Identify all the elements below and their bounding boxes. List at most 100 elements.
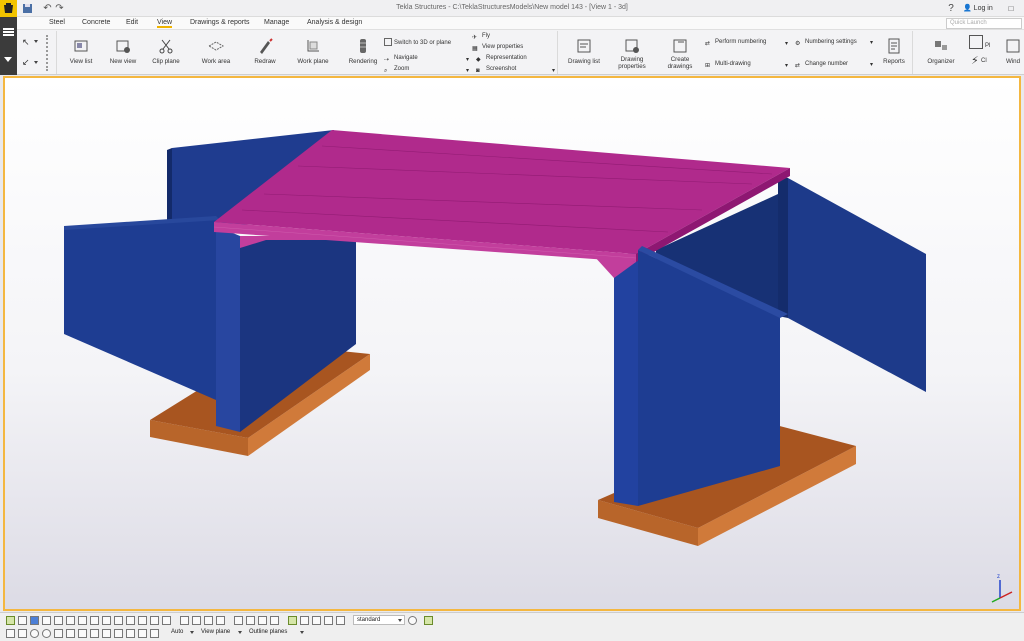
draw-rectangle-icon[interactable]	[6, 629, 15, 638]
group-expand-icon[interactable]: ▾	[552, 67, 555, 74]
chevron-down-icon[interactable]	[34, 40, 38, 43]
chevron-down-icon: ▾	[466, 68, 470, 74]
draw-symbol-icon[interactable]	[138, 629, 147, 638]
switch-3d-button[interactable]: Switch to 3D or plane	[384, 38, 451, 48]
draw-polyline-icon[interactable]	[66, 629, 75, 638]
redraw-button[interactable]: Redraw	[250, 33, 280, 65]
select-bolts-icon[interactable]	[42, 616, 51, 625]
snap-line-icon[interactable]	[270, 616, 279, 625]
restore-icon[interactable]: □	[1000, 1, 1022, 16]
snap-any-icon[interactable]	[300, 616, 309, 625]
bridge-model[interactable]: z	[5, 78, 1019, 609]
snap-center-icon[interactable]	[216, 616, 225, 625]
view-list-button[interactable]: View list	[66, 33, 96, 65]
representation-icon: ◆	[476, 57, 481, 63]
drawing-list-button[interactable]: Drawing list	[565, 33, 603, 65]
select-grids-icon[interactable]	[66, 616, 75, 625]
quick-launch-input[interactable]: Quick Launch	[946, 18, 1022, 29]
draw-square-icon[interactable]	[18, 629, 27, 638]
select-switch-icon[interactable]	[424, 616, 433, 625]
menu-manage[interactable]: Manage	[264, 19, 289, 26]
draw-circle-icon[interactable]	[30, 629, 39, 638]
work-plane-button[interactable]: Work plane	[296, 33, 330, 65]
select-surfaces-icon[interactable]	[138, 616, 147, 625]
chevron-down-icon[interactable]: ▾	[870, 61, 873, 68]
outline-planes-select[interactable]: Outline planes	[246, 628, 306, 638]
snap-midpoint-icon[interactable]	[234, 616, 243, 625]
select-cuts-icon[interactable]	[150, 616, 159, 625]
draw-line-icon[interactable]	[78, 629, 87, 638]
selection-group: ↖ ↙	[17, 31, 57, 74]
select-points-icon[interactable]	[78, 616, 87, 625]
work-area-button[interactable]: Work area	[198, 33, 234, 65]
snap-override-icon[interactable]	[324, 616, 333, 625]
fly-button[interactable]: ✈ Fly	[472, 32, 490, 42]
snap-intersection-icon[interactable]	[246, 616, 255, 625]
chevron-down-icon[interactable]	[34, 61, 38, 64]
snap-geometry-icon[interactable]	[192, 616, 201, 625]
new-view-button[interactable]: New view	[107, 33, 139, 65]
multi-drawing-button[interactable]: ⊞ Multi-drawing	[705, 60, 751, 70]
snap-nearest-icon[interactable]	[288, 616, 297, 625]
select-planes-icon[interactable]	[90, 616, 99, 625]
clip-plane-button[interactable]: Clip plane	[150, 33, 182, 65]
drawing-properties-button[interactable]: Drawing properties	[615, 33, 649, 70]
select-welds-icon[interactable]	[54, 616, 63, 625]
chevron-down-icon[interactable]	[4, 57, 12, 62]
snap-mode-select[interactable]: Auto	[168, 628, 196, 638]
change-number-button[interactable]: ▾ ⇄ Change number	[785, 60, 848, 70]
navigate-button[interactable]: ⇢ Navigate	[384, 54, 418, 64]
view-properties-button[interactable]: ▦ View properties	[472, 43, 523, 53]
reports-button[interactable]: Reports	[879, 33, 909, 65]
rendering-button[interactable]: Rendering	[346, 33, 380, 65]
draw-link-icon[interactable]	[150, 629, 159, 638]
snap-perpendicular-icon[interactable]	[258, 616, 267, 625]
snap-ref-lines-icon[interactable]	[180, 616, 189, 625]
screenshot-button[interactable]: ▾ ◙ Screenshot	[466, 65, 516, 75]
wall-back-right[interactable]	[778, 176, 926, 392]
draw-cloud-icon[interactable]	[102, 629, 111, 638]
change-number-label: Change number	[805, 61, 849, 67]
draw-dim-icon[interactable]	[126, 629, 135, 638]
menu-edit[interactable]: Edit	[126, 19, 138, 26]
menu-steel[interactable]: Steel	[49, 19, 65, 26]
select-all-icon[interactable]	[6, 616, 15, 625]
numbering-settings-button[interactable]: ▾ ⚙ Numbering settings	[785, 38, 857, 48]
snap-extension-icon[interactable]	[312, 616, 321, 625]
menu-analysis-design[interactable]: Analysis & design	[307, 19, 362, 26]
filter-settings-icon[interactable]	[408, 616, 417, 625]
help-button[interactable]: ?	[944, 1, 958, 16]
draw-arc-icon[interactable]	[42, 629, 51, 638]
select-parts-icon[interactable]	[18, 616, 27, 625]
create-drawings-button[interactable]: Create drawings	[663, 33, 697, 70]
snap-end-points-icon[interactable]	[204, 616, 213, 625]
perform-numbering-button[interactable]: ⇄ Perform numbering	[705, 38, 766, 48]
draw-text-icon[interactable]	[90, 629, 99, 638]
select-reinforcement-icon[interactable]	[126, 616, 135, 625]
hamburger-icon[interactable]	[3, 28, 14, 30]
login-link[interactable]: 👤 Log in	[963, 4, 993, 12]
select-views-icon[interactable]	[102, 616, 111, 625]
representation-button[interactable]: ▾ ◆ Representation	[466, 54, 527, 64]
select-components-icon[interactable]	[114, 616, 123, 625]
zoom-button[interactable]: ⌕ Zoom	[384, 65, 409, 75]
menu-view[interactable]: View	[157, 19, 173, 28]
selection-filter-select[interactable]: standard	[353, 615, 405, 625]
menu-concrete[interactable]: Concrete	[82, 19, 110, 26]
select-assembly-icon[interactable]	[30, 616, 39, 625]
windows-button[interactable]: Wind	[1001, 33, 1024, 65]
select-fittings-icon[interactable]	[162, 616, 171, 625]
draw-mark-icon[interactable]	[114, 629, 123, 638]
plane-mode-select[interactable]: View plane	[198, 628, 244, 638]
draw-polygon-icon[interactable]	[54, 629, 63, 638]
cut-tool-1[interactable]: Pl	[969, 35, 990, 51]
view-3d-viewport[interactable]: z	[3, 76, 1021, 611]
menu-drawings-reports[interactable]: Drawings & reports	[190, 19, 250, 26]
select-arrow-icon[interactable]: ↖	[22, 37, 30, 48]
organizer-button[interactable]: Organizer	[923, 33, 959, 65]
snap-icon[interactable]: ↙	[22, 57, 30, 68]
wall-front-left[interactable]	[64, 216, 220, 400]
cut-tool-2[interactable]: ⚡ Cl	[971, 56, 987, 67]
snap-grid-icon[interactable]	[336, 616, 345, 625]
chevron-down-icon[interactable]: ▾	[870, 39, 873, 46]
